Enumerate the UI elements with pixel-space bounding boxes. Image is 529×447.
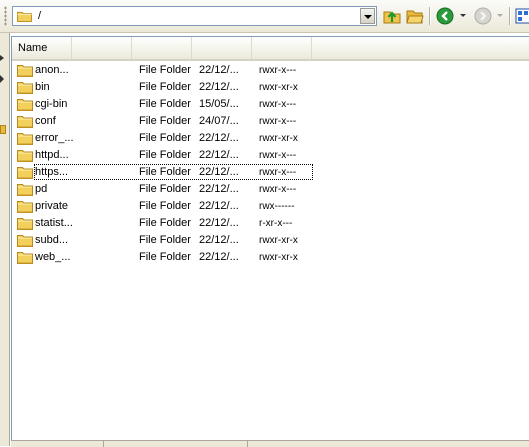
file-type: File Folder bbox=[139, 149, 191, 161]
file-type: File Folder bbox=[139, 183, 191, 195]
file-row[interactable]: bin File Folder 22/12/... rwxr-xr-x bbox=[12, 79, 529, 96]
file-permissions: rwxr-xr-x bbox=[259, 133, 298, 144]
file-permissions: rwxr-x--- bbox=[259, 167, 297, 178]
file-permissions: rwxr-xr-x bbox=[259, 252, 298, 263]
folder-icon bbox=[17, 167, 33, 179]
folder-icon bbox=[17, 252, 33, 264]
forward-dropdown-icon[interactable] bbox=[497, 14, 503, 17]
file-date: 22/12/... bbox=[199, 251, 239, 263]
back-icon[interactable] bbox=[436, 7, 454, 25]
file-permissions: rwxr-x--- bbox=[259, 99, 297, 110]
file-date: 22/12/... bbox=[199, 149, 239, 161]
file-date: 22/12/... bbox=[199, 217, 239, 229]
folder-icon bbox=[0, 125, 6, 134]
file-date: 22/12/... bbox=[199, 234, 239, 246]
expand-arrow-icon[interactable] bbox=[0, 55, 4, 61]
folder-icon bbox=[17, 235, 33, 247]
file-type: File Folder bbox=[139, 200, 191, 212]
file-name: statist... bbox=[35, 217, 73, 229]
column-size-header[interactable] bbox=[132, 37, 192, 59]
file-row[interactable]: error_... File Folder 22/12/... rwxr-xr-x bbox=[12, 130, 529, 147]
file-date: 22/12/... bbox=[199, 183, 239, 195]
file-name: subd... bbox=[35, 234, 69, 246]
file-row[interactable]: https... File Folder 22/12/... rwxr-x--- bbox=[12, 164, 529, 181]
folder-icon bbox=[17, 65, 33, 77]
folder-icon bbox=[17, 218, 33, 230]
file-date: 22/12/... bbox=[199, 81, 239, 93]
address-combobox[interactable]: / bbox=[12, 6, 377, 26]
column-type-header[interactable] bbox=[72, 37, 132, 59]
file-type: File Folder bbox=[139, 217, 191, 229]
folder-icon bbox=[17, 11, 32, 22]
file-date: 22/12/... bbox=[199, 166, 239, 178]
file-permissions: r-xr-x--- bbox=[259, 218, 293, 229]
toolbar: / bbox=[0, 0, 529, 33]
file-name: conf bbox=[35, 115, 56, 127]
file-type: File Folder bbox=[139, 166, 191, 178]
view-icon[interactable] bbox=[515, 7, 529, 25]
toolbar-grip[interactable] bbox=[4, 6, 7, 26]
file-row[interactable]: conf File Folder 24/07/... rwxr-x--- bbox=[12, 113, 529, 130]
column-permissions-header[interactable] bbox=[252, 37, 312, 59]
folder-icon bbox=[17, 82, 33, 94]
address-path: / bbox=[38, 10, 42, 22]
left-pane-edge bbox=[0, 33, 10, 446]
file-type: File Folder bbox=[139, 81, 191, 93]
file-type: File Folder bbox=[139, 132, 191, 144]
file-row[interactable]: subd... File Folder 22/12/... rwxr-xr-x bbox=[12, 232, 529, 249]
file-date: 22/12/... bbox=[199, 64, 239, 76]
file-row[interactable]: private File Folder 22/12/... rwx------ bbox=[12, 198, 529, 215]
file-name: anon... bbox=[35, 64, 69, 76]
column-header: Name bbox=[12, 37, 529, 61]
folder-icon bbox=[17, 116, 33, 128]
column-name-header[interactable]: Name bbox=[12, 37, 72, 59]
folder-icon bbox=[17, 201, 33, 213]
file-name: pd bbox=[35, 183, 48, 195]
file-type: File Folder bbox=[139, 251, 191, 263]
address-dropdown-button[interactable] bbox=[360, 8, 375, 24]
open-folder-icon[interactable] bbox=[406, 7, 424, 25]
file-date: 22/12/... bbox=[199, 132, 239, 144]
file-date: 15/05/... bbox=[199, 98, 239, 110]
file-type: File Folder bbox=[139, 234, 191, 246]
folder-icon bbox=[17, 150, 33, 162]
file-type: File Folder bbox=[139, 64, 191, 76]
file-row[interactable]: statist... File Folder 22/12/... r-xr-x--- bbox=[12, 215, 529, 232]
file-permissions: rwxr-x--- bbox=[259, 116, 297, 127]
file-name: https... bbox=[35, 166, 69, 178]
file-date: 22/12/... bbox=[199, 200, 239, 212]
file-row[interactable]: web_... File Folder 22/12/... rwxr-xr-x bbox=[12, 249, 529, 266]
column-modified-header[interactable] bbox=[192, 37, 252, 59]
file-permissions: rwxr-x--- bbox=[259, 184, 297, 195]
folder-icon bbox=[17, 133, 33, 145]
file-type: File Folder bbox=[139, 115, 191, 127]
folder-icon bbox=[17, 184, 33, 196]
file-permissions: rwxr-x--- bbox=[259, 65, 297, 76]
folder-icon bbox=[17, 99, 33, 111]
file-permissions: rwxr-xr-x bbox=[259, 82, 298, 93]
file-name: cgi-bin bbox=[35, 98, 68, 110]
expand-arrow-icon[interactable] bbox=[0, 75, 4, 83]
file-name: httpd... bbox=[35, 149, 69, 161]
file-permissions: rwx------ bbox=[259, 201, 295, 212]
forward-icon[interactable] bbox=[474, 7, 492, 25]
toolbar-separator bbox=[429, 7, 430, 25]
file-row[interactable]: httpd... File Folder 22/12/... rwxr-x--- bbox=[12, 147, 529, 164]
toolbar-separator bbox=[509, 7, 510, 25]
file-row[interactable]: pd File Folder 22/12/... rwxr-x--- bbox=[12, 181, 529, 198]
file-row[interactable]: anon... File Folder 22/12/... rwxr-x--- bbox=[12, 62, 529, 79]
file-type: File Folder bbox=[139, 98, 191, 110]
back-dropdown-icon[interactable] bbox=[460, 14, 466, 17]
file-name: private bbox=[35, 200, 69, 212]
file-date: 24/07/... bbox=[199, 115, 239, 127]
file-name: error_... bbox=[35, 132, 74, 144]
file-list[interactable]: Name anon... File Folder 22/12/... rwxr-x--… bbox=[11, 36, 529, 441]
file-row[interactable]: cgi-bin File Folder 15/05/... rwxr-x--- bbox=[12, 96, 529, 113]
file-name: web_... bbox=[35, 251, 71, 263]
file-permissions: rwxr-xr-x bbox=[259, 235, 298, 246]
file-permissions: rwxr-x--- bbox=[259, 150, 297, 161]
file-name: bin bbox=[35, 81, 50, 93]
folder-up-icon[interactable] bbox=[383, 7, 401, 25]
